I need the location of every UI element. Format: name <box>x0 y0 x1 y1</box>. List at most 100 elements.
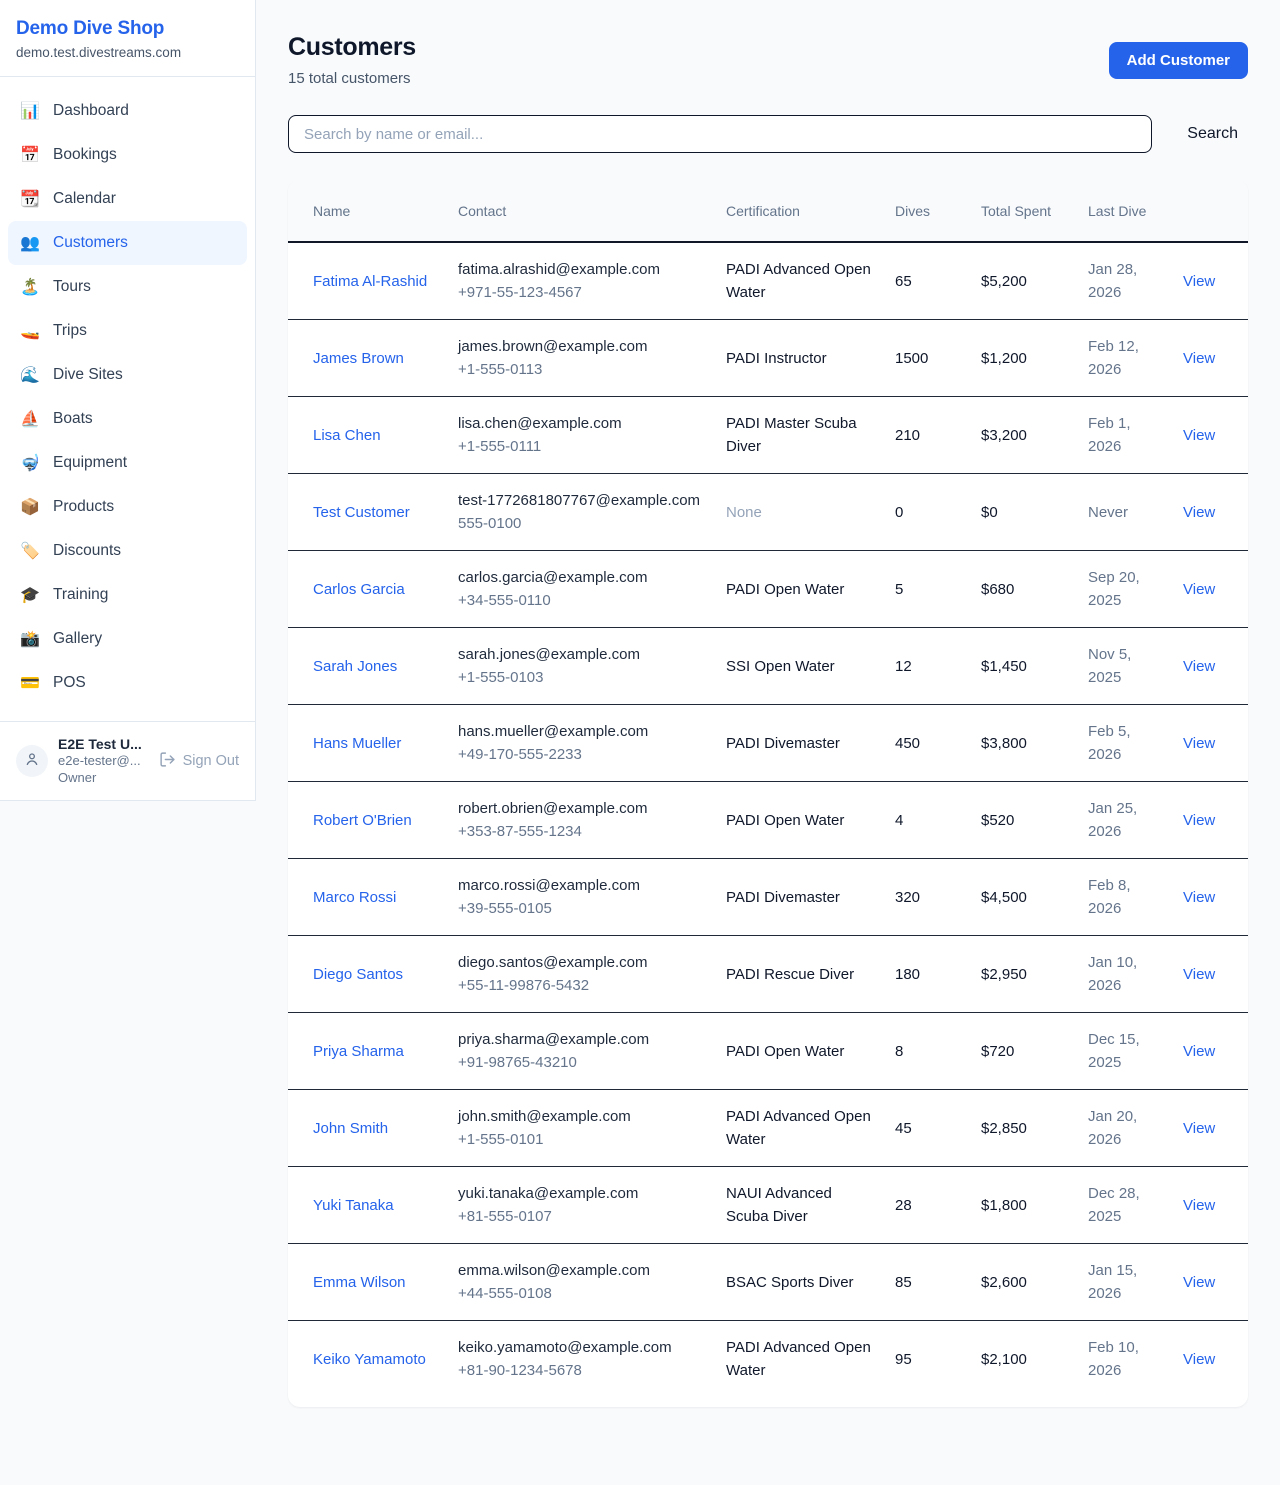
table-row: Carlos Garcia carlos.garcia@example.com … <box>288 551 1248 628</box>
view-link[interactable]: View <box>1183 889 1215 906</box>
customer-email: test-1772681807767@example.com <box>458 489 702 512</box>
view-link[interactable]: View <box>1183 1351 1215 1368</box>
table-row: Yuki Tanaka yuki.tanaka@example.com +81-… <box>288 1167 1248 1244</box>
nav-icon: 🎓 <box>20 585 40 605</box>
table-row: Marco Rossi marco.rossi@example.com +39-… <box>288 859 1248 936</box>
column-header <box>1171 180 1248 242</box>
customer-total-spent: $1,450 <box>969 628 1076 705</box>
customer-certification: PADI Open Water <box>714 551 883 628</box>
customer-name-link[interactable]: Robert O'Brien <box>313 809 412 832</box>
nav-icon: 🌊 <box>20 365 40 385</box>
sidebar-header: Demo Dive Shop demo.test.divestreams.com <box>0 0 255 77</box>
customer-dives: 0 <box>883 474 969 551</box>
column-header: Name <box>288 180 446 242</box>
customer-name-link[interactable]: Priya Sharma <box>313 1040 404 1063</box>
view-link[interactable]: View <box>1183 504 1215 521</box>
customer-name-link[interactable]: Lisa Chen <box>313 424 381 447</box>
customer-name-link[interactable]: Diego Santos <box>313 963 403 986</box>
customer-name-link[interactable]: Carlos Garcia <box>313 578 405 601</box>
sidebar-item-discounts[interactable]: 🏷️ Discounts <box>8 529 247 573</box>
customer-dives: 4 <box>883 782 969 859</box>
sidebar-item-label: Dive Sites <box>53 366 123 384</box>
sidebar-item-label: Products <box>53 498 114 516</box>
customer-dives: 95 <box>883 1321 969 1398</box>
user-meta: E2E Test U... e2e-tester@... Owner <box>58 736 149 786</box>
view-link[interactable]: View <box>1183 1274 1215 1291</box>
customer-last-dive: Feb 10, 2026 <box>1076 1321 1171 1398</box>
sidebar-item-label: Boats <box>53 410 93 428</box>
sidebar-item-dashboard[interactable]: 📊 Dashboard <box>8 89 247 133</box>
view-link[interactable]: View <box>1183 1197 1215 1214</box>
avatar <box>16 745 48 777</box>
sidebar-item-products[interactable]: 📦 Products <box>8 485 247 529</box>
customer-phone: +91-98765-43210 <box>458 1051 702 1074</box>
customer-name-link[interactable]: John Smith <box>313 1117 388 1140</box>
customer-name-link[interactable]: Hans Mueller <box>313 732 401 755</box>
customer-email: emma.wilson@example.com <box>458 1259 702 1282</box>
customer-phone: +1-555-0111 <box>458 435 702 458</box>
add-customer-button[interactable]: Add Customer <box>1109 42 1248 79</box>
table-row: James Brown james.brown@example.com +1-5… <box>288 320 1248 397</box>
customer-name-link[interactable]: Yuki Tanaka <box>313 1194 394 1217</box>
sidebar-item-label: Equipment <box>53 454 127 472</box>
sidebar-item-customers[interactable]: 👥 Customers <box>8 221 247 265</box>
customer-phone: +1-555-0113 <box>458 358 702 381</box>
view-link[interactable]: View <box>1183 350 1215 367</box>
main-content: Customers 15 total customers Add Custome… <box>256 0 1280 1437</box>
sidebar-item-calendar[interactable]: 📆 Calendar <box>8 177 247 221</box>
sidebar-item-boats[interactable]: ⛵ Boats <box>8 397 247 441</box>
sidebar-item-equipment[interactable]: 🤿 Equipment <box>8 441 247 485</box>
customer-last-dive: Dec 15, 2025 <box>1076 1013 1171 1090</box>
view-link[interactable]: View <box>1183 966 1215 983</box>
customer-certification: BSAC Sports Diver <box>714 1244 883 1321</box>
sidebar-item-bookings[interactable]: 📅 Bookings <box>8 133 247 177</box>
sign-out-button[interactable]: Sign Out <box>159 751 239 772</box>
nav-icon: 🤿 <box>20 453 40 473</box>
sign-out-label: Sign Out <box>183 753 239 769</box>
sidebar-item-gallery[interactable]: 📸 Gallery <box>8 617 247 661</box>
customer-total-spent: $2,950 <box>969 936 1076 1013</box>
customer-certification: PADI Divemaster <box>714 705 883 782</box>
customer-name-link[interactable]: Marco Rossi <box>313 886 396 909</box>
view-link[interactable]: View <box>1183 1120 1215 1137</box>
customer-email: carlos.garcia@example.com <box>458 566 702 589</box>
sidebar-item-trips[interactable]: 🚤 Trips <box>8 309 247 353</box>
customer-name-link[interactable]: Sarah Jones <box>313 655 397 678</box>
sidebar: Demo Dive Shop demo.test.divestreams.com… <box>0 0 256 801</box>
customer-phone: +1-555-0101 <box>458 1128 702 1151</box>
view-link[interactable]: View <box>1183 427 1215 444</box>
view-link[interactable]: View <box>1183 273 1215 290</box>
customer-certification: PADI Open Water <box>714 1013 883 1090</box>
customer-name-link[interactable]: Fatima Al-Rashid <box>313 270 427 293</box>
customer-last-dive: Jan 10, 2026 <box>1076 936 1171 1013</box>
search-input[interactable] <box>288 115 1152 153</box>
view-link[interactable]: View <box>1183 658 1215 675</box>
view-link[interactable]: View <box>1183 735 1215 752</box>
nav-icon: 👥 <box>20 233 40 253</box>
sidebar-item-label: Dashboard <box>53 102 129 120</box>
nav-icon: 📆 <box>20 189 40 209</box>
sidebar-item-training[interactable]: 🎓 Training <box>8 573 247 617</box>
shop-name: Demo Dive Shop <box>16 18 239 40</box>
view-link[interactable]: View <box>1183 1043 1215 1060</box>
customer-email: robert.obrien@example.com <box>458 797 702 820</box>
customer-email: yuki.tanaka@example.com <box>458 1182 702 1205</box>
view-link[interactable]: View <box>1183 812 1215 829</box>
table-row: Emma Wilson emma.wilson@example.com +44-… <box>288 1244 1248 1321</box>
customer-name-link[interactable]: Emma Wilson <box>313 1271 406 1294</box>
customers-table-card: NameContactCertificationDivesTotal Spent… <box>288 180 1248 1407</box>
search-button[interactable]: Search <box>1177 125 1248 143</box>
sidebar-item-tours[interactable]: 🏝️ Tours <box>8 265 247 309</box>
search-bar: Search <box>288 115 1248 153</box>
customer-name-link[interactable]: James Brown <box>313 347 404 370</box>
customer-phone: +49-170-555-2233 <box>458 743 702 766</box>
sidebar-item-dive-sites[interactable]: 🌊 Dive Sites <box>8 353 247 397</box>
nav-icon: 📸 <box>20 629 40 649</box>
view-link[interactable]: View <box>1183 581 1215 598</box>
sidebar-item-pos[interactable]: 💳 POS <box>8 661 247 705</box>
customer-name-link[interactable]: Keiko Yamamoto <box>313 1348 426 1371</box>
customer-name-link[interactable]: Test Customer <box>313 501 410 524</box>
customer-email: john.smith@example.com <box>458 1105 702 1128</box>
table-row: Hans Mueller hans.mueller@example.com +4… <box>288 705 1248 782</box>
sidebar-item-label: Customers <box>53 234 128 252</box>
